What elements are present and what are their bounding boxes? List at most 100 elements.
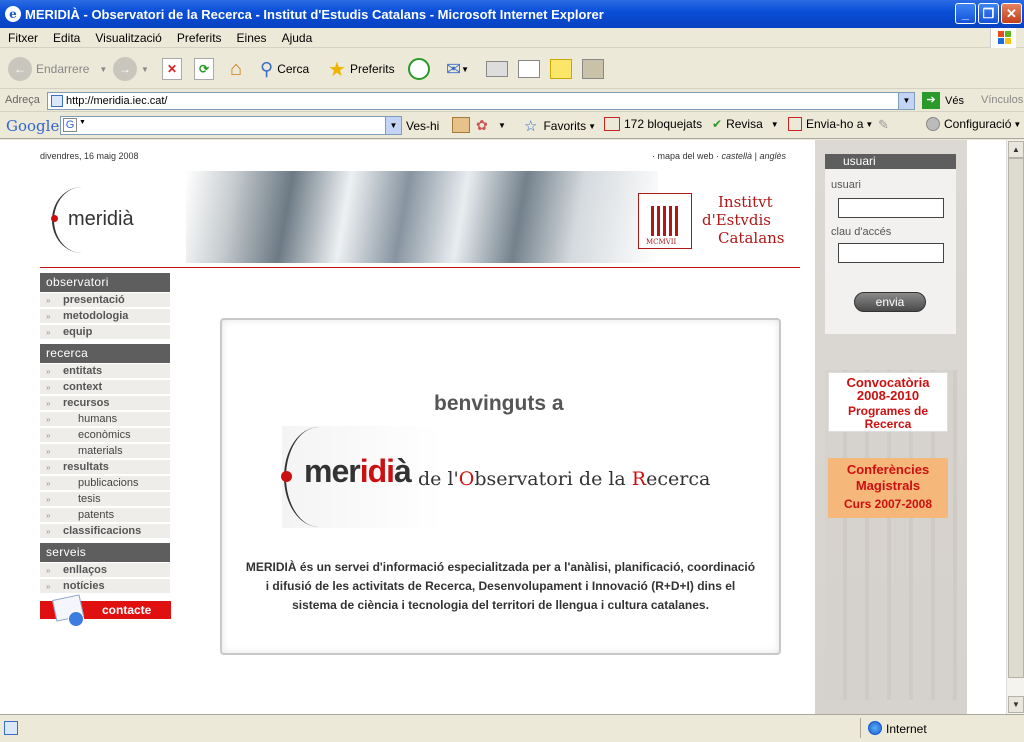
password-input[interactable] (838, 243, 944, 263)
popup-blocker-button[interactable]: 172 bloquejats (604, 117, 702, 131)
contact-button[interactable]: contacte (40, 594, 171, 627)
nav-item-enllacos[interactable]: » enllaços (40, 563, 170, 578)
history-button[interactable] (408, 55, 430, 83)
send-to-button[interactable]: Envia-ho a ▼ (788, 117, 873, 131)
iec-seal: MCMVII (638, 193, 692, 249)
google-search-dropdown-icon[interactable]: ▼ (385, 117, 401, 134)
maximize-button[interactable]: ❐ (978, 3, 999, 24)
back-button[interactable]: ← Endarrere ▼ (8, 55, 107, 83)
autofill-icon[interactable]: ✎ (878, 117, 889, 133)
password-label: clau d'accés (831, 226, 892, 238)
google-g-icon[interactable]: G (63, 118, 77, 132)
google-settings-button[interactable]: Configuració ▼ (926, 117, 1021, 131)
nav-item-entitats[interactable]: » entitats (40, 364, 170, 379)
mail-dropdown-icon[interactable]: ▼ (461, 65, 469, 74)
status-bar: Internet (0, 714, 1024, 742)
spellcheck-button[interactable]: ✔ Revisa ▼ (712, 117, 779, 131)
page-viewport: divendres, 16 maig 2008 · mapa del web ·… (0, 140, 1006, 714)
standard-toolbar: ← Endarrere ▼ → ▼ ✕ ⟳ ⌂ ⚲ Cerca ★ Prefer… (0, 49, 1024, 89)
options-icon[interactable]: ✿ (476, 117, 488, 134)
menu-help[interactable]: Ajuda (274, 31, 320, 45)
options-dropdown-icon[interactable]: ▼ (498, 121, 506, 130)
mail-icon: ✉ (446, 58, 462, 79)
scroll-up-icon[interactable]: ▲ (1008, 141, 1024, 158)
address-dropdown-icon[interactable]: ▼ (898, 93, 914, 109)
header-banner: meridià MCMVII Institvt d'Estvdis Catala… (40, 171, 800, 263)
discuss-button[interactable] (550, 55, 572, 83)
send-to-dropdown-icon: ▼ (865, 119, 874, 129)
scroll-down-icon[interactable]: ▼ (1008, 696, 1024, 713)
popup-blocker-icon (604, 117, 620, 131)
nav-item-tesis[interactable]: » tesis (40, 492, 170, 507)
welcome-logo-dot (281, 471, 292, 482)
print-button[interactable] (486, 55, 508, 83)
nav-item-metodologia[interactable]: » metodologia (40, 309, 170, 324)
minimize-button[interactable]: _ (955, 3, 976, 24)
menu-view[interactable]: Visualització (87, 31, 168, 45)
favorites-button[interactable]: ★ Preferits (328, 55, 395, 83)
iec-logo[interactable]: Institvt d'Estvdis Catalans (702, 193, 785, 247)
welcome-heading: benvinguts a (434, 392, 564, 415)
nav-item-publicacions[interactable]: » publicacions (40, 476, 170, 491)
google-g-dropdown-icon[interactable]: ▼ (79, 119, 86, 126)
login-submit-button[interactable]: envia (854, 292, 926, 312)
nav-item-recursos[interactable]: » recursos (40, 396, 170, 411)
home-button[interactable]: ⌂ (224, 55, 248, 83)
links-label[interactable]: Vínculos (981, 94, 1023, 106)
bookmark-star-icon: ☆ (524, 118, 538, 135)
window-title: MERIDIÀ - Observatori de la Recerca - In… (25, 6, 604, 22)
nav-item-patents[interactable]: » patents (40, 508, 170, 523)
menu-tools[interactable]: Eines (229, 31, 274, 45)
sitemap-link[interactable]: · mapa del web · (652, 151, 719, 161)
conferencies-banner[interactable]: Conferències Magistrals Curs 2007-2008 (828, 458, 948, 518)
settings-icon (926, 117, 940, 131)
nav-item-resultats[interactable]: » resultats (40, 460, 170, 475)
window-title-bar[interactable]: e MERIDIÀ - Observatori de la Recerca - … (0, 0, 1024, 28)
research-button[interactable] (582, 55, 604, 83)
google-favorites-button[interactable]: ☆ Favorits ▼ (524, 117, 596, 135)
menu-edit[interactable]: Edita (45, 31, 87, 45)
nav-item-economics[interactable]: » econòmics (40, 428, 170, 443)
nav-item-materials[interactable]: » materials (40, 444, 170, 459)
back-dropdown-icon[interactable]: ▼ (99, 65, 107, 74)
refresh-button[interactable]: ⟳ (194, 55, 214, 83)
nav-item-context[interactable]: » context (40, 380, 170, 395)
google-toolbar: Google G ▼ ▼ Ves-hi ✿ ▼ ☆ Favorits ▼ 172… (0, 113, 1024, 139)
google-search-input[interactable]: G ▼ ▼ (60, 116, 402, 135)
pagerank-icon[interactable] (452, 117, 470, 133)
username-input[interactable] (838, 198, 944, 218)
search-button[interactable]: ⚲ Cerca (260, 55, 309, 83)
nav-item-noticies[interactable]: » notícies (40, 579, 170, 594)
close-button[interactable]: ✕ (1001, 3, 1022, 24)
menu-file[interactable]: Fitxer (0, 31, 45, 45)
search-icon: ⚲ (260, 58, 274, 79)
forward-button[interactable]: → ▼ (113, 55, 149, 83)
page-icon (51, 95, 63, 107)
vertical-scrollbar[interactable]: ▲ ▼ (1006, 140, 1024, 714)
printer-icon (486, 61, 508, 77)
welcome-description: MERIDIÀ és un servei d'informació especi… (245, 560, 756, 612)
google-logo[interactable]: Google (6, 117, 59, 135)
google-go-button[interactable]: Ves-hi (406, 119, 439, 133)
convocatoria-banner[interactable]: Convocatòria 2008-2010 Programes de Rece… (828, 372, 948, 432)
nav-item-humans[interactable]: » humans (40, 412, 170, 427)
edit-page-icon (518, 60, 540, 78)
nav-item-presentacio[interactable]: » presentació (40, 293, 170, 308)
top-links: · mapa del web · castellà | anglès (652, 151, 786, 161)
menu-favorites[interactable]: Preferits (169, 31, 229, 45)
nav-item-equip[interactable]: » equip (40, 325, 170, 340)
meridia-logo-dot (51, 215, 58, 222)
castella-link[interactable]: castellà (722, 151, 753, 161)
angles-link[interactable]: anglès (759, 151, 786, 161)
forward-dropdown-icon[interactable]: ▼ (141, 65, 149, 74)
note-icon (550, 59, 572, 79)
edit-button[interactable] (518, 55, 540, 83)
nav-item-classificacions[interactable]: » classificacions (40, 524, 170, 539)
meridia-logo[interactable]: meridià (68, 208, 134, 231)
address-input[interactable]: http://meridia.iec.cat/ ▼ (47, 92, 915, 110)
scroll-thumb[interactable] (1008, 158, 1024, 678)
mail-button[interactable]: ✉ ▼ (446, 55, 469, 83)
stop-button[interactable]: ✕ (162, 55, 182, 83)
go-button[interactable]: ➔ Vés (922, 92, 964, 109)
ie-icon: e (5, 6, 21, 22)
